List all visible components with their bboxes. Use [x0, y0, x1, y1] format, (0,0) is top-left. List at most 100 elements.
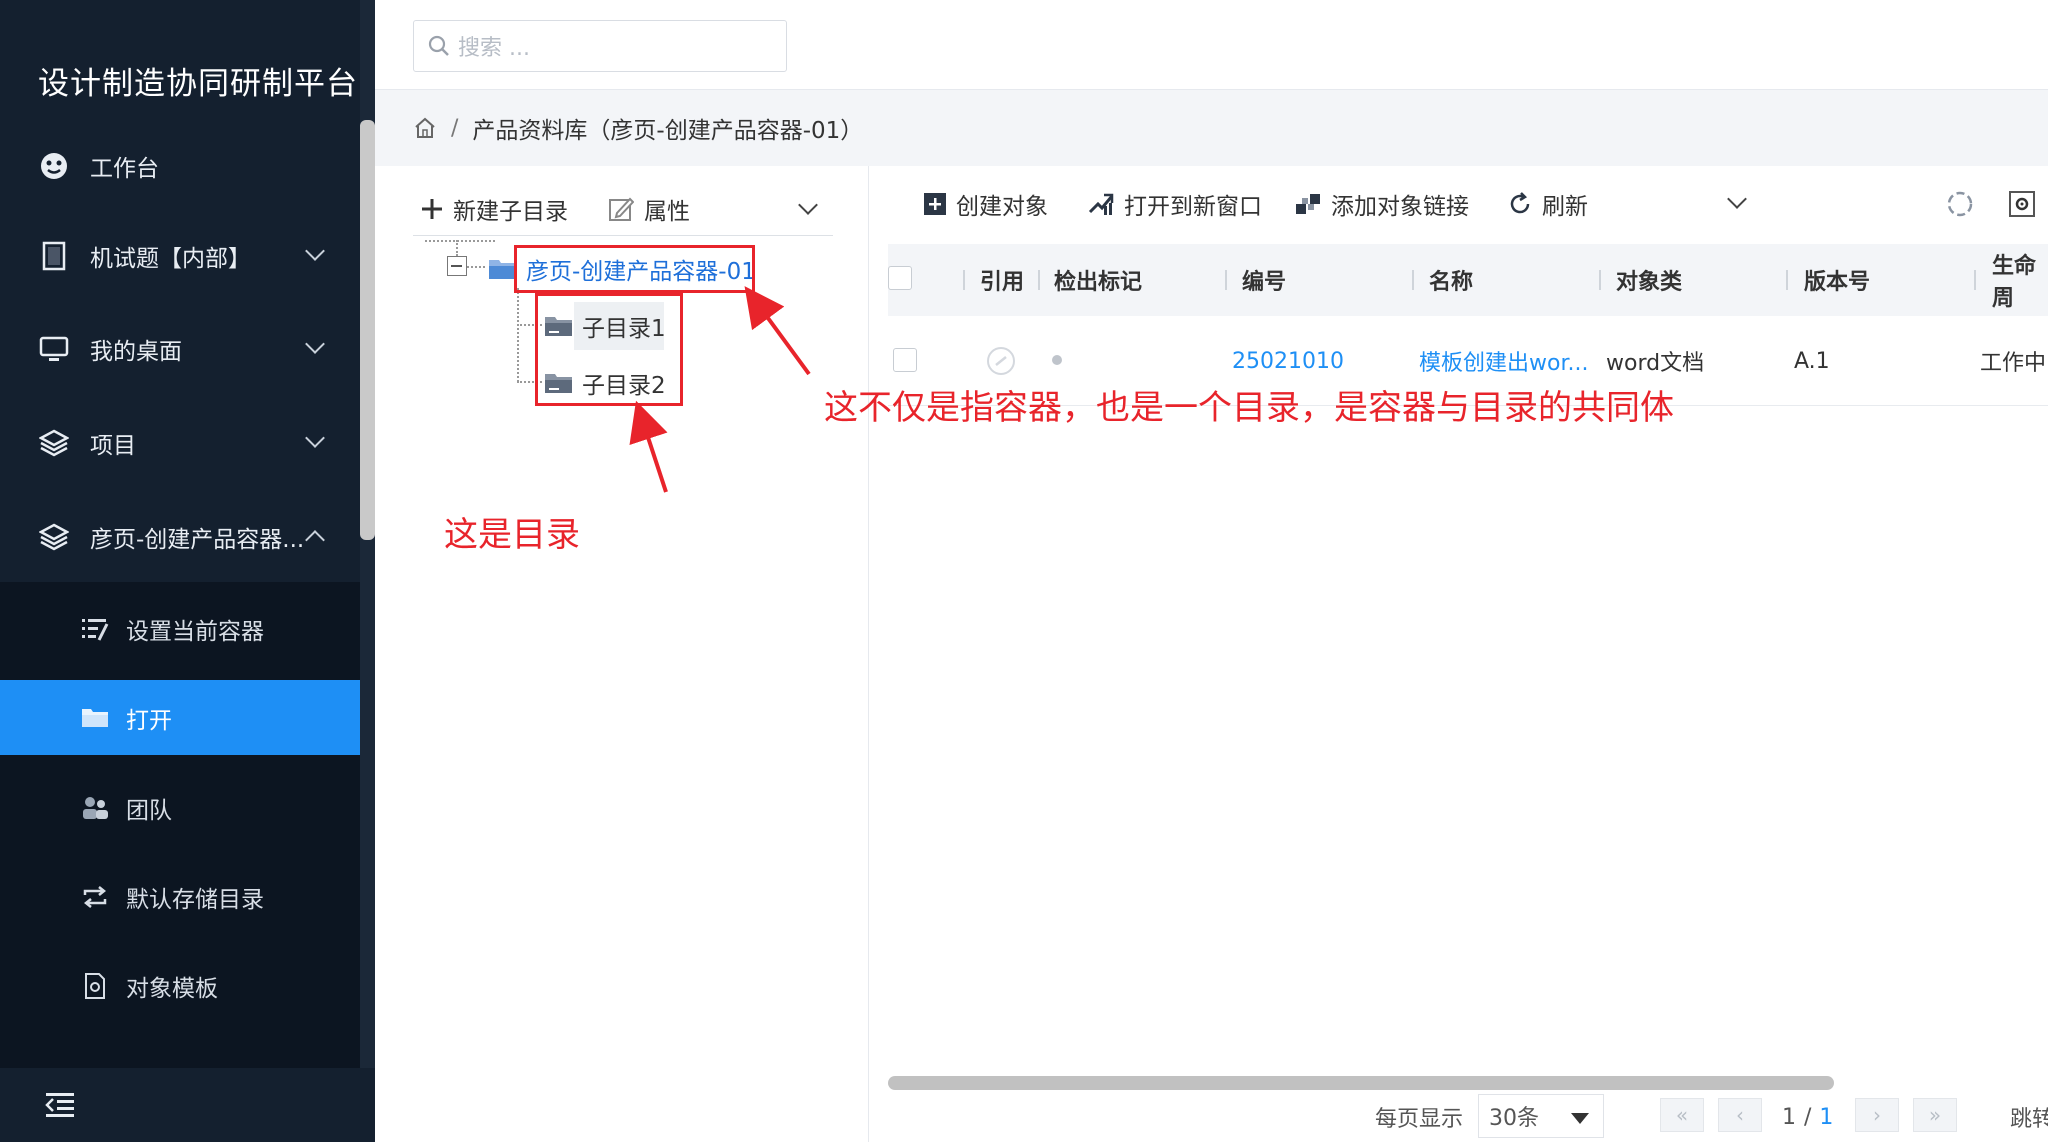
column-separator [1599, 270, 1601, 290]
chevron-up-icon [305, 530, 325, 550]
new-subdirectory-label: 新建子目录 [453, 199, 568, 225]
per-page-select[interactable]: 30条 [1478, 1094, 1604, 1138]
next-page-button[interactable]: › [1855, 1098, 1899, 1132]
collapse-node-icon[interactable] [447, 256, 467, 276]
column-header-number[interactable]: 编号 [1242, 244, 1286, 316]
search-input[interactable]: 搜索 ... [413, 20, 787, 72]
breadcrumb: / 产品资料库（彦页-创建产品容器-01） [375, 90, 2048, 166]
per-page-value: 30条 [1489, 1106, 1539, 1131]
chevron-down-icon [305, 428, 325, 448]
sidebar-item-label: 我的桌面 [90, 339, 182, 365]
open-new-window-button[interactable]: 打开到新窗口 [1088, 176, 1262, 232]
sidebar-item-exam[interactable]: 机试题【内部】 [0, 218, 360, 294]
current-page: 1 [1782, 1104, 1796, 1130]
book-icon [38, 240, 70, 272]
cell-lifecycle: 工作中 [1980, 351, 2047, 376]
loading-icon[interactable] [1946, 190, 1974, 218]
chevron-down-icon[interactable] [1727, 189, 1747, 209]
sidebar-item-label: 项目 [90, 433, 136, 459]
submenu-item-object-template[interactable]: 对象模板 [0, 948, 360, 1023]
table-header: 引用 检出标记 编号 名称 对象类 版本号 生命周 [888, 244, 2048, 316]
column-separator [1225, 270, 1227, 290]
create-object-label: 创建对象 [956, 194, 1048, 220]
sidebar-item-container[interactable]: 彦页-创建产品容器... [0, 499, 360, 575]
column-header-lifecycle[interactable]: 生命周 [1992, 244, 2048, 316]
refresh-icon [1508, 192, 1532, 216]
sidebar-item-workbench[interactable]: 工作台 [0, 128, 360, 204]
column-separator [1786, 270, 1788, 290]
refresh-label: 刷新 [1542, 194, 1588, 220]
chevron-down-icon[interactable] [798, 195, 818, 215]
submenu-item-set-container[interactable]: 设置当前容器 [0, 591, 360, 666]
table-horizontal-scrollbar[interactable] [888, 1076, 1834, 1090]
page-separator: / [1804, 1104, 1812, 1130]
sidebar-item-projects[interactable]: 项目 [0, 405, 360, 481]
plus-icon [421, 198, 443, 220]
column-separator [963, 270, 965, 290]
submenu-item-open[interactable]: 打开 [0, 680, 360, 755]
add-object-link-button[interactable]: 添加对象链接 [1295, 176, 1469, 232]
new-subdirectory-button[interactable]: 新建子目录 [421, 186, 568, 232]
sidebar-scroll-thumb[interactable] [360, 120, 375, 540]
open-window-icon [1088, 192, 1114, 216]
prev-page-button[interactable]: ‹ [1718, 1098, 1762, 1132]
tree-connector [517, 288, 519, 382]
column-header-version[interactable]: 版本号 [1804, 244, 1870, 316]
breadcrumb-separator: / [451, 115, 459, 141]
chevron-down-icon [305, 334, 325, 354]
column-header-reference[interactable]: 引用 [980, 244, 1024, 316]
main-toolbar: 创建对象 打开到新窗口 添加对象链接 刷新 [870, 176, 2048, 232]
column-separator [1412, 270, 1414, 290]
column-header-checkout[interactable]: 检出标记 [1054, 244, 1142, 316]
create-object-icon [924, 193, 946, 215]
annotation-box-container [514, 245, 755, 293]
last-page-button[interactable]: » [1913, 1098, 1957, 1132]
sidebar-footer [0, 1068, 375, 1142]
dashboard-icon [38, 150, 70, 182]
link-icon [1295, 192, 1321, 216]
chevron-down-icon [305, 241, 325, 261]
caret-down-icon [1571, 1113, 1589, 1124]
total-pages: 1 [1819, 1104, 1834, 1130]
sidebar-item-label: 工作台 [90, 156, 159, 182]
settings-icon[interactable] [2008, 190, 2036, 218]
top-bar: 搜索 ... [375, 0, 2048, 90]
settings-list-icon [80, 614, 110, 644]
submenu-item-label: 设置当前容器 [126, 618, 264, 645]
sidebar-item-label: 彦页-创建产品容器... [90, 527, 305, 553]
submenu-item-team[interactable]: 团队 [0, 770, 360, 845]
column-header-class[interactable]: 对象类 [1616, 244, 1682, 316]
home-icon[interactable] [413, 116, 437, 140]
tree-connector [456, 240, 458, 256]
annotation-directory-note: 这是目录 [444, 515, 580, 555]
checkout-dot-icon [1052, 355, 1062, 365]
submenu-item-default-storage[interactable]: 默认存储目录 [0, 859, 360, 934]
pagination: 每页显示 30条 « ‹ 1 / 1 › » 跳转 [870, 1092, 2048, 1142]
refresh-button[interactable]: 刷新 [1508, 176, 1588, 232]
open-new-window-label: 打开到新窗口 [1124, 194, 1262, 220]
submenu-item-label: 默认存储目录 [126, 886, 264, 913]
annotation-box-directories [535, 293, 683, 406]
breadcrumb-current[interactable]: 产品资料库（彦页-创建产品容器-01） [472, 111, 863, 145]
sidebar-item-desktop[interactable]: 我的桌面 [0, 311, 360, 387]
template-icon [80, 971, 110, 1001]
collapse-menu-icon[interactable] [44, 1090, 76, 1120]
tree-toolbar: 新建子目录 属性 [413, 186, 833, 236]
select-all-checkbox[interactable] [888, 266, 912, 290]
create-object-button[interactable]: 创建对象 [924, 176, 1048, 232]
sidebar-item-label: 机试题【内部】 [90, 246, 251, 272]
edit-icon [608, 196, 634, 222]
row-checkbox[interactable] [893, 348, 917, 372]
first-page-button[interactable]: « [1660, 1098, 1704, 1132]
properties-button[interactable]: 属性 [608, 186, 690, 232]
column-separator [1038, 270, 1040, 290]
sidebar: 设计制造协同研制平台 工作台 机试题【内部】 我的桌面 项目 彦页-创建产品容器… [0, 0, 375, 1142]
link-icon [986, 346, 1016, 376]
submenu-item-label: 对象模板 [126, 975, 218, 1002]
column-header-name[interactable]: 名称 [1429, 244, 1473, 316]
team-icon [80, 793, 110, 823]
properties-label: 属性 [644, 199, 690, 225]
cell-version: A.1 [1794, 348, 1830, 374]
per-page-label: 每页显示 [1375, 1107, 1464, 1132]
submenu-item-label: 团队 [126, 797, 172, 824]
